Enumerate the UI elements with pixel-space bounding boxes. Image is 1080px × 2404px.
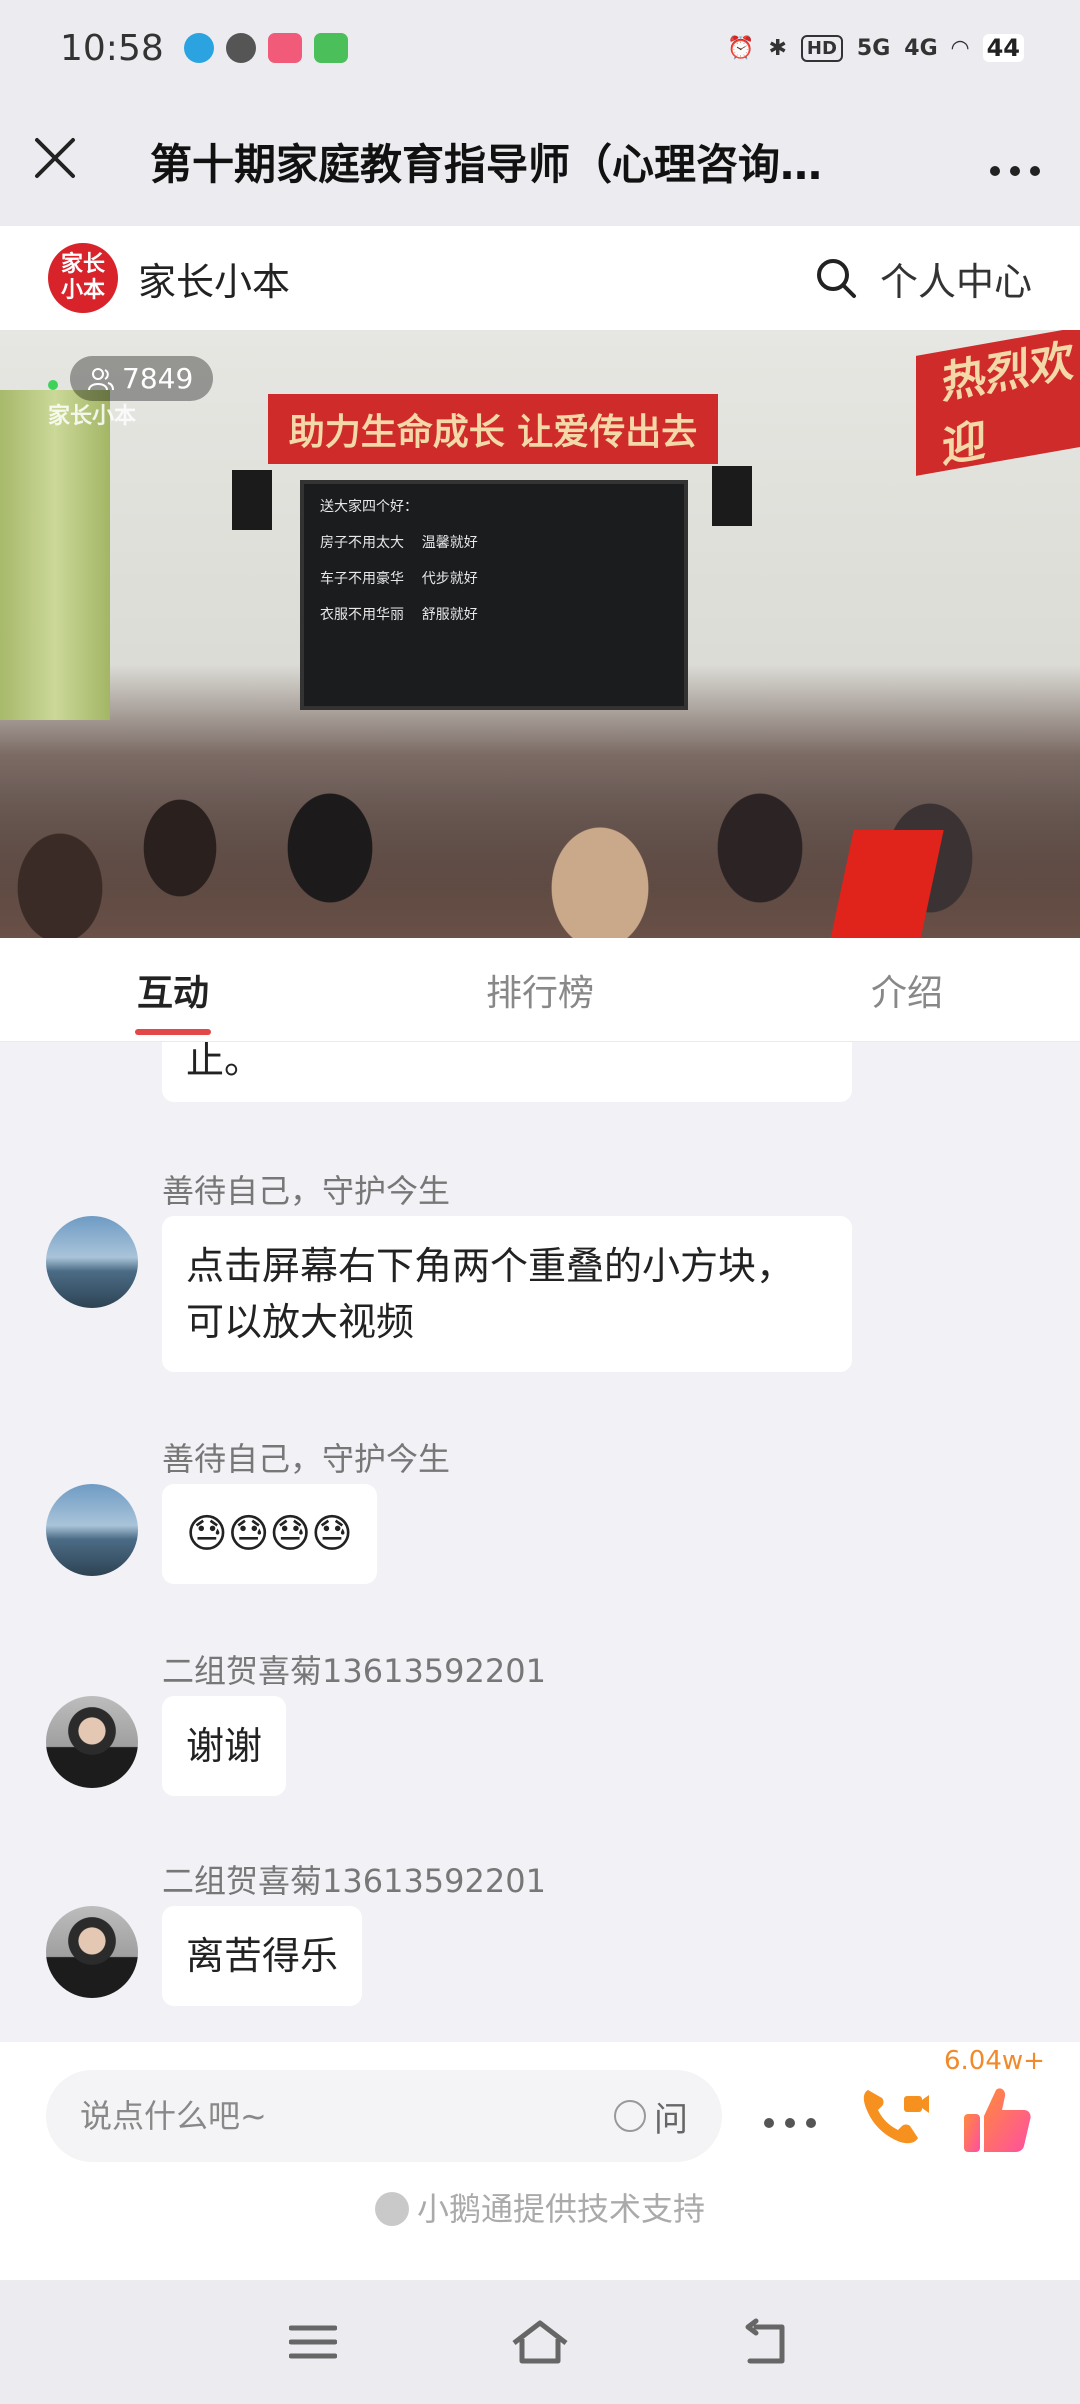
video-curtain [0,390,110,720]
brand-logo-text: 家长小本 [60,252,105,303]
screen-line: 送大家四个好： [320,499,418,515]
brand-name[interactable]: 家长小本 [138,251,290,306]
sender-name: 善待自己，守护今生 [162,1440,451,1478]
tab-label: 介绍 [870,972,943,1014]
ask-toggle[interactable]: 问 [614,2092,688,2141]
speaker-left [232,470,272,530]
ask-label: 问 [654,2099,688,2140]
ask-radio[interactable] [614,2100,646,2132]
tab-ranking[interactable]: 排行榜 [346,938,734,1041]
screen-line: 房子不用太大 温馨就好 [320,535,478,551]
notification-icons [183,33,348,63]
wechat-icon [225,33,256,63]
app-icon [267,33,302,63]
sender-name: 二组贺喜菊13613592201 [162,1862,546,1900]
presentation-screen: 送大家四个好： 房子不用太大 温馨就好 车子不用豪华 代步就好 衣服不用华丽 舒… [300,480,688,710]
more-icon[interactable] [950,131,1080,191]
viewers-icon [88,367,114,390]
more-options-icon[interactable] [762,2090,818,2141]
screen-line: 车子不用豪华 代步就好 [320,571,478,587]
screen-line: 衣服不用华丽 舒服就好 [320,607,478,623]
live-indicator [48,380,58,390]
video-app-icon [313,33,348,63]
signal-5g: 5G [856,35,891,61]
tech-support-footer: 小鹅通提供技术支持 [0,2184,1080,2230]
sender-name: 二组贺喜菊13613592201 [162,1652,546,1690]
viewer-count-badge: 7849 [70,356,214,401]
alarm-icon: ⏰ [727,35,755,61]
hd-badge: HD [800,34,843,62]
brand-logo[interactable]: 家长小本 [48,243,118,313]
message-bubble: 😓😓😓😓 [162,1484,377,1584]
tab-label: 互动 [136,972,209,1014]
home-icon[interactable] [510,2312,570,2372]
video-banner-right: 热烈欢迎 [916,330,1080,476]
avatar[interactable] [46,1216,138,1308]
bluetooth-icon: ✱ [768,35,787,61]
chat-list[interactable]: 止。 善待自己，守护今生 点击屏幕右下角两个重叠的小方块，可以放大视频 善待自己… [0,1042,1080,2042]
back-icon[interactable] [737,2312,797,2372]
brand-bar: 家长小本 家长小本 个人中心 [0,226,1080,330]
sender-name: 善待自己，守护今生 [162,1172,451,1210]
signal-4g: 4G [904,35,938,61]
status-bar: 10:58 ⏰ ✱ HD 5G 4G ◠ 44 [0,0,1080,96]
message-bubble: 谢谢 [162,1696,287,1796]
menu-icon[interactable] [283,2312,343,2372]
speaker-right [712,466,752,526]
video-watermark: 家长小本 [48,404,137,429]
title-bar: 第十期家庭教育指导师（心理咨询… [0,96,1080,226]
status-indicators: ⏰ ✱ HD 5G 4G ◠ 44 [727,34,1024,62]
like-count: 6.04w+ [944,2046,1045,2076]
avatar[interactable] [46,1906,138,1998]
support-text: 小鹅通提供技术支持 [416,2190,705,2228]
viewer-count: 7849 [122,362,194,395]
bottom-spacer [0,2232,1080,2280]
video-banner-left: 助力生命成长 让爱传出去 [268,394,718,464]
xiaoe-logo-icon [374,2192,409,2226]
input-bar: 问 6.04w+ 小鹅通提供技术支持 [0,2042,1080,2232]
personal-center-link[interactable]: 个人中心 [880,251,1032,306]
battery-level: 44 [982,34,1024,62]
status-time: 10:58 [60,27,164,69]
like-icon[interactable] [960,2082,1034,2156]
tab-bar: 互动 排行榜 介绍 [0,938,1080,1042]
message-bubble: 离苦得乐 [162,1906,363,2006]
page-title: 第十期家庭教育指导师（心理咨询… [150,139,823,189]
message-bubble: 止。 [162,1042,852,1102]
close-icon[interactable] [0,129,110,194]
telegram-icon [183,33,214,63]
tab-label: 排行榜 [485,972,594,1014]
system-nav-bar [0,2280,1080,2404]
live-video-player[interactable]: 助力生命成长 让爱传出去 热烈欢迎 送大家四个好： 房子不用太大 温馨就好 车子… [0,330,1080,938]
comment-input[interactable] [80,2097,614,2135]
message-bubble: 点击屏幕右下角两个重叠的小方块，可以放大视频 [162,1216,852,1372]
search-icon[interactable] [814,256,858,300]
avatar[interactable] [46,1696,138,1788]
tab-intro[interactable]: 介绍 [734,938,1080,1041]
wifi-icon: ◠ [951,35,969,61]
tab-interact[interactable]: 互动 [0,938,346,1041]
avatar[interactable] [46,1484,138,1576]
video-call-icon[interactable] [858,2082,930,2150]
comment-box[interactable]: 问 [46,2070,722,2162]
